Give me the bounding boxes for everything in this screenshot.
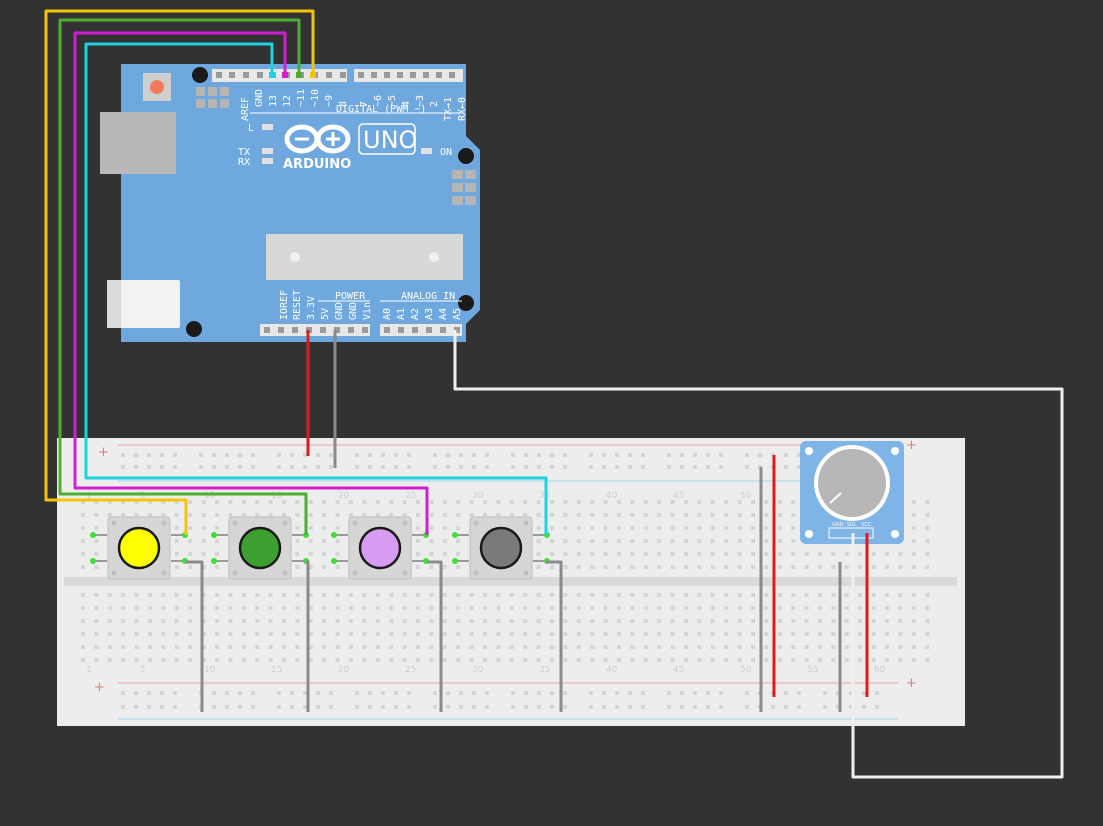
potentiometer[interactable]: GND SIG VCC: [800, 441, 904, 544]
button-pin: [90, 532, 96, 538]
digital-pin-label: RX←0: [457, 97, 468, 121]
power-pin-label: RESET: [292, 290, 303, 320]
analog-header-title: ANALOG IN: [401, 291, 455, 302]
column-number-top: 40: [606, 491, 618, 501]
top-plus-sign: +: [98, 445, 109, 460]
button-pin: [211, 532, 217, 538]
column-number-bottom: 5: [140, 665, 146, 675]
column-number-bottom: 10: [204, 665, 216, 675]
column-number-bottom: 40: [606, 665, 618, 675]
circuit-diagram: + - + + + 151015202530354045505560 15101…: [44, 9, 1064, 779]
reset-button-cap[interactable]: [150, 80, 164, 94]
usb-connector: [100, 112, 176, 174]
analog-pin-label: A1: [396, 308, 407, 320]
column-number-top: 45: [673, 491, 684, 501]
column-number-bottom: 60: [874, 665, 886, 675]
digital-pin-label: 12: [282, 95, 293, 107]
led-rx-label: RX: [238, 157, 250, 168]
digital-pin-label: TX→1: [443, 97, 454, 121]
column-number-top: 20: [338, 491, 350, 501]
button-pin: [452, 558, 458, 564]
column-number-bottom: 55: [807, 665, 818, 675]
power-pin-label: 3.3V: [306, 296, 317, 320]
button-pin: [211, 558, 217, 564]
button-cap-purple[interactable]: [358, 526, 402, 570]
column-number-bottom: 1: [86, 665, 92, 675]
column-number-bottom: 15: [271, 665, 282, 675]
button-cap-gray[interactable]: [479, 526, 523, 570]
mounting-hole: [192, 67, 208, 83]
button-pin: [452, 532, 458, 538]
bottom-plus-sign: +: [94, 680, 105, 695]
pot-pin-vcc: VCC: [861, 522, 872, 528]
power-header-holes: [264, 327, 460, 333]
column-number-bottom: 45: [673, 665, 684, 675]
arduino-brand: ARDUINO: [283, 157, 351, 172]
digital-pin-label: ~10: [310, 89, 321, 107]
digital-pin-label: ~9: [324, 95, 335, 107]
column-number-bottom: 35: [539, 665, 550, 675]
column-number-bottom: 25: [405, 665, 416, 675]
pot-pin-gnd: GND: [832, 522, 844, 528]
column-number-top: 25: [405, 491, 416, 501]
led-l-label: L: [248, 123, 254, 134]
button-pin: [331, 558, 337, 564]
analog-pin-label: A0: [382, 308, 393, 320]
analog-pin-label: A3: [424, 308, 435, 320]
digital-pin-label: ~11: [296, 89, 307, 107]
button-cap-green[interactable]: [238, 526, 282, 570]
power-pin-label: GND: [334, 302, 345, 320]
power-pin-label: GND: [348, 302, 359, 320]
analog-pin-label: A2: [410, 308, 421, 320]
power-header-title: POWER: [335, 291, 366, 302]
digital-header-right: [354, 69, 463, 82]
digital-pin-label: GND: [254, 89, 265, 107]
digital-pin-label: 2: [429, 101, 440, 107]
power-pin-label: 5V: [320, 308, 331, 320]
digital-header-title: DIGITAL (PWM ~): [336, 104, 426, 115]
led-on-label: ON: [440, 147, 452, 158]
column-number-bottom: 30: [472, 665, 484, 675]
column-number-top: 30: [472, 491, 484, 501]
power-pin-label: Vin: [362, 302, 373, 320]
analog-pin-label: A5: [452, 308, 463, 320]
led-l: [262, 124, 273, 130]
potentiometer-knob[interactable]: [818, 449, 886, 517]
top-plus-sign-right: +: [906, 438, 917, 453]
mounting-hole: [458, 148, 474, 164]
digital-pin-label: 13: [268, 95, 279, 107]
led-tx: [262, 148, 273, 154]
digital-pin-label: AREF: [240, 97, 251, 121]
arduino-uno-board: AREF GND 13 12 ~11 ~10 ~9 8 7 ~6 ~5 4 ~3 2 TX→1 RX←0 DI…: [100, 64, 480, 342]
button-cap-yellow[interactable]: [117, 526, 161, 570]
bottom-plus-sign-right: +: [906, 676, 917, 691]
led-rx: [262, 158, 273, 164]
power-pin-label: IOREF: [279, 290, 290, 320]
button-pin: [331, 532, 337, 538]
analog-header: [380, 324, 462, 336]
column-number-bottom: 50: [740, 665, 752, 675]
button-pin: [90, 558, 96, 564]
uno-label: UNO: [363, 126, 417, 154]
analog-pin-label: A4: [438, 308, 449, 320]
column-number-top: 50: [740, 491, 752, 501]
pot-pin-sig: SIG: [847, 522, 856, 528]
led-on: [421, 148, 432, 154]
column-number-bottom: 20: [338, 665, 350, 675]
mounting-hole: [186, 321, 202, 337]
